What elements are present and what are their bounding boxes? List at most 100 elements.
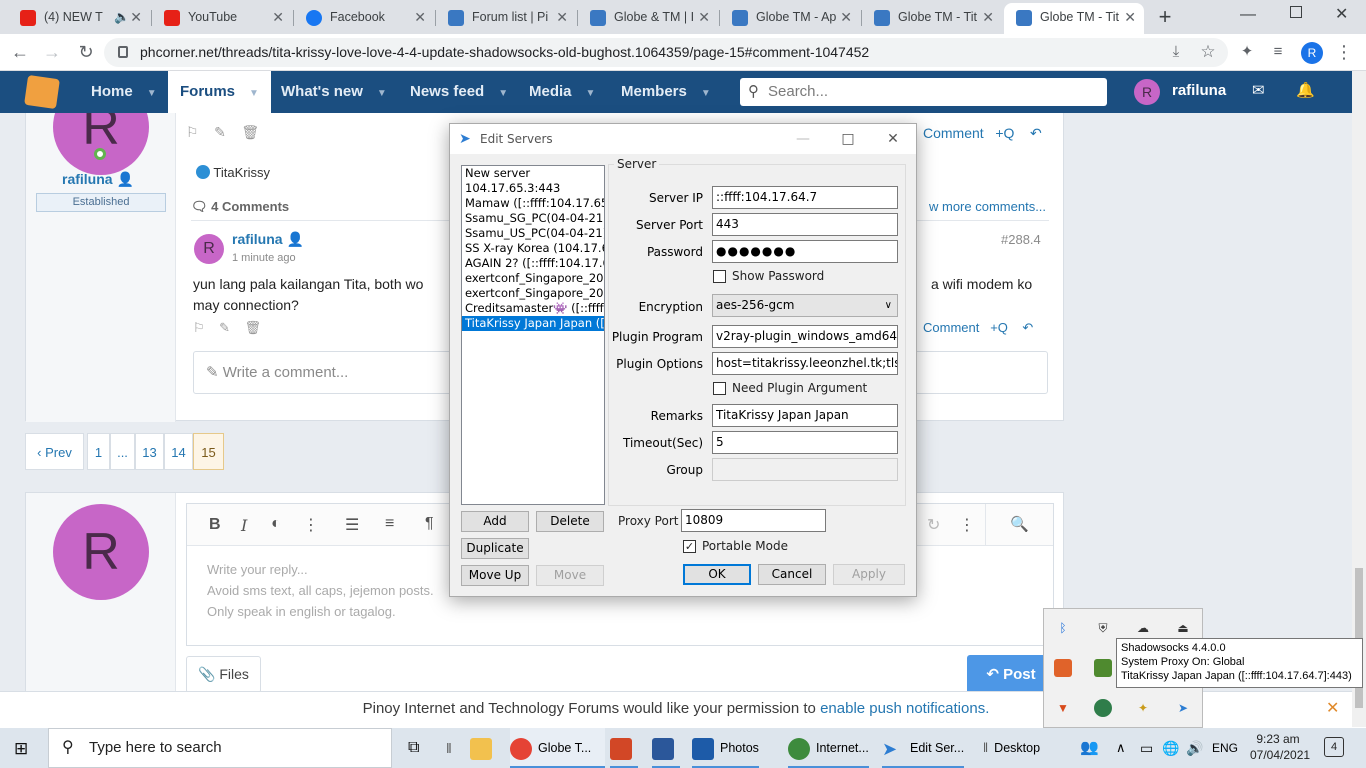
server-list-item[interactable]: AGAIN 2? ([::ffff:104.17.64. [462, 256, 604, 271]
align-icon[interactable]: ≡ [385, 515, 394, 533]
media-control-icon[interactable]: ≡ [1268, 42, 1288, 62]
dialog-close-button[interactable]: ✕ [870, 124, 916, 154]
app-tray-icon[interactable] [1094, 699, 1112, 717]
close-icon[interactable]: ✕ [982, 3, 994, 32]
ok-button[interactable]: OK [683, 564, 751, 585]
delete-server-button[interactable]: Delete [536, 511, 604, 532]
url-bar[interactable]: phcorner.net/threads/tita-krissy-love-lo… [104, 38, 1228, 67]
list-icon[interactable]: ☰ [345, 515, 359, 535]
tab-globe-tm-active[interactable]: Globe TM - Tit ✕ [1004, 3, 1144, 34]
edit-icon[interactable]: ✎ [214, 124, 226, 140]
notification-center-icon[interactable]: 4 [1324, 737, 1344, 757]
server-list-item[interactable]: SS X-ray Korea (104.17.65.1 [462, 241, 604, 256]
install-icon[interactable]: ⤓ [1166, 42, 1186, 62]
tab-forum-list[interactable]: Forum list | Pi ✕ [436, 3, 576, 34]
nav-forums[interactable]: Forums ▼ [168, 71, 271, 113]
speaker-icon[interactable]: 🔈 [114, 10, 130, 24]
bluetooth-icon[interactable]: ᛒ [1054, 619, 1072, 637]
flag-icon[interactable]: ⚐ [186, 124, 199, 140]
remarks-field[interactable]: TitaKrissy Japan Japan [712, 404, 898, 427]
attach-files-button[interactable]: 📎 Files [186, 656, 261, 691]
quote-button[interactable]: +Q [995, 125, 1014, 141]
timeout-field[interactable]: 5 [712, 431, 898, 454]
search-input[interactable]: ⚲ Search... [740, 78, 1107, 106]
bold-icon[interactable]: B [209, 516, 221, 534]
word-icon[interactable] [652, 728, 680, 768]
view-more-comments[interactable]: w more comments... [929, 199, 1046, 214]
menu-kebab-icon[interactable]: ⋮ [1334, 42, 1354, 62]
tab-facebook[interactable]: Facebook ✕ [294, 3, 434, 34]
duplicate-server-button[interactable]: Duplicate [461, 538, 529, 559]
server-ip-field[interactable]: ::ffff:104.17.64.7 [712, 186, 898, 209]
shadowsocks-tray-icon[interactable]: ➤ [1174, 699, 1192, 717]
close-icon[interactable]: ✕ [414, 3, 426, 32]
app-tray-icon[interactable]: ✦ [1134, 699, 1152, 717]
task-view-icon[interactable]: ⧉ [408, 728, 419, 768]
tab-youtube-notifications[interactable]: (4) NEW T 🔈 ✕ [8, 3, 150, 34]
need-plugin-argument-label[interactable]: Need Plugin Argument [732, 381, 867, 395]
tab-youtube[interactable]: YouTube ✕ [152, 3, 292, 34]
nav-home[interactable]: Home ▼ [91, 71, 157, 113]
show-password-label[interactable]: Show Password [732, 269, 824, 283]
chevron-down-icon[interactable]: ▼ [249, 73, 259, 115]
plugin-program-field[interactable]: v2ray-plugin_windows_amd64 [712, 325, 898, 348]
server-list-item[interactable]: exertconf_Singapore_2021 [462, 286, 604, 301]
server-list-item[interactable]: Ssamu_SG_PC(04-04-21)? ( [462, 211, 604, 226]
nav-members[interactable]: Members ▼ [621, 71, 711, 113]
proxy-port-field[interactable]: 10809 [681, 509, 826, 532]
show-password-checkbox[interactable] [713, 270, 726, 283]
server-list-item-selected[interactable]: TitaKrissy Japan Japan ([::ff [462, 316, 604, 331]
encryption-select[interactable]: aes-256-gcm ∨ [712, 294, 898, 317]
chevron-down-icon[interactable]: ▼ [147, 73, 157, 115]
minimize-button[interactable]: — [1240, 6, 1256, 24]
server-list-item[interactable]: 104.17.65.3:443 [462, 181, 604, 196]
portable-mode-label[interactable]: Portable Mode [702, 539, 788, 553]
close-icon[interactable]: ✕ [556, 3, 568, 32]
user-avatar[interactable]: R [1134, 79, 1160, 105]
more-options-icon[interactable]: ⋮ [303, 515, 319, 535]
more-options-icon[interactable]: ⋮ [959, 515, 975, 535]
portable-mode-checkbox[interactable]: ✓ [683, 540, 696, 553]
usb-eject-icon[interactable]: ⏏ [1174, 619, 1192, 637]
nav-news-feed[interactable]: News feed ▼ [410, 71, 508, 113]
app-tray-icon[interactable] [1054, 659, 1072, 677]
new-tab-button[interactable]: + [1152, 5, 1178, 31]
chevron-down-icon[interactable]: ▼ [498, 73, 508, 115]
enable-push-link[interactable]: enable push notifications. [820, 700, 989, 717]
language-indicator[interactable]: ENG [1212, 728, 1238, 768]
need-plugin-argument-checkbox[interactable] [713, 382, 726, 395]
window-close-button[interactable]: ✕ [1335, 4, 1348, 24]
windows-start-icon[interactable]: ⊞ [14, 740, 32, 758]
extensions-icon[interactable]: ✦ [1237, 42, 1257, 62]
share-icon[interactable]: ↶ [1030, 125, 1042, 141]
page-15-button[interactable]: 15 [193, 433, 224, 470]
dialog-minimize-button[interactable]: — [780, 124, 826, 154]
profile-avatar[interactable]: R [1301, 42, 1323, 64]
inbox-icon[interactable]: ✉ [1252, 81, 1265, 99]
username-link[interactable]: rafiluna [1172, 82, 1226, 99]
nav-whats-new[interactable]: What's new ▼ [281, 71, 387, 113]
battery-icon[interactable]: ▭ [1140, 728, 1153, 768]
comment-time[interactable]: 1 minute ago [232, 252, 296, 264]
prev-page-button[interactable]: ‹ Prev [25, 433, 84, 470]
redo-icon[interactable]: ↻ [927, 515, 940, 535]
people-icon[interactable]: 👥 [1080, 728, 1099, 768]
restore-button[interactable] [1290, 6, 1302, 18]
chevron-down-icon[interactable]: ▼ [586, 73, 596, 115]
app-tray-icon[interactable] [1094, 659, 1112, 677]
reaction-bar[interactable]: TitaKrissy [196, 165, 270, 180]
move-up-button[interactable]: Move Up [461, 565, 529, 586]
move-down-button[interactable]: Move [536, 565, 604, 586]
flag-icon[interactable]: ⚐ [193, 320, 205, 335]
bookmark-star-icon[interactable]: ☆ [1198, 42, 1218, 62]
plugin-options-field[interactable]: host=titakrissy.leeonzhel.tk;tls [712, 352, 898, 375]
post-reply-button[interactable]: ↶ Post [967, 655, 1055, 691]
back-button[interactable]: ← [10, 42, 30, 62]
comment-button[interactable]: Comment [923, 320, 979, 335]
page-14-button[interactable]: 14 [164, 433, 193, 470]
quote-button[interactable]: +Q [990, 320, 1008, 335]
chevron-up-icon[interactable]: ∧ [1116, 728, 1126, 768]
comment-button[interactable]: Comment [923, 125, 984, 141]
italic-icon[interactable]: I [241, 516, 247, 535]
password-field[interactable]: ●●●●●●● [712, 240, 898, 263]
